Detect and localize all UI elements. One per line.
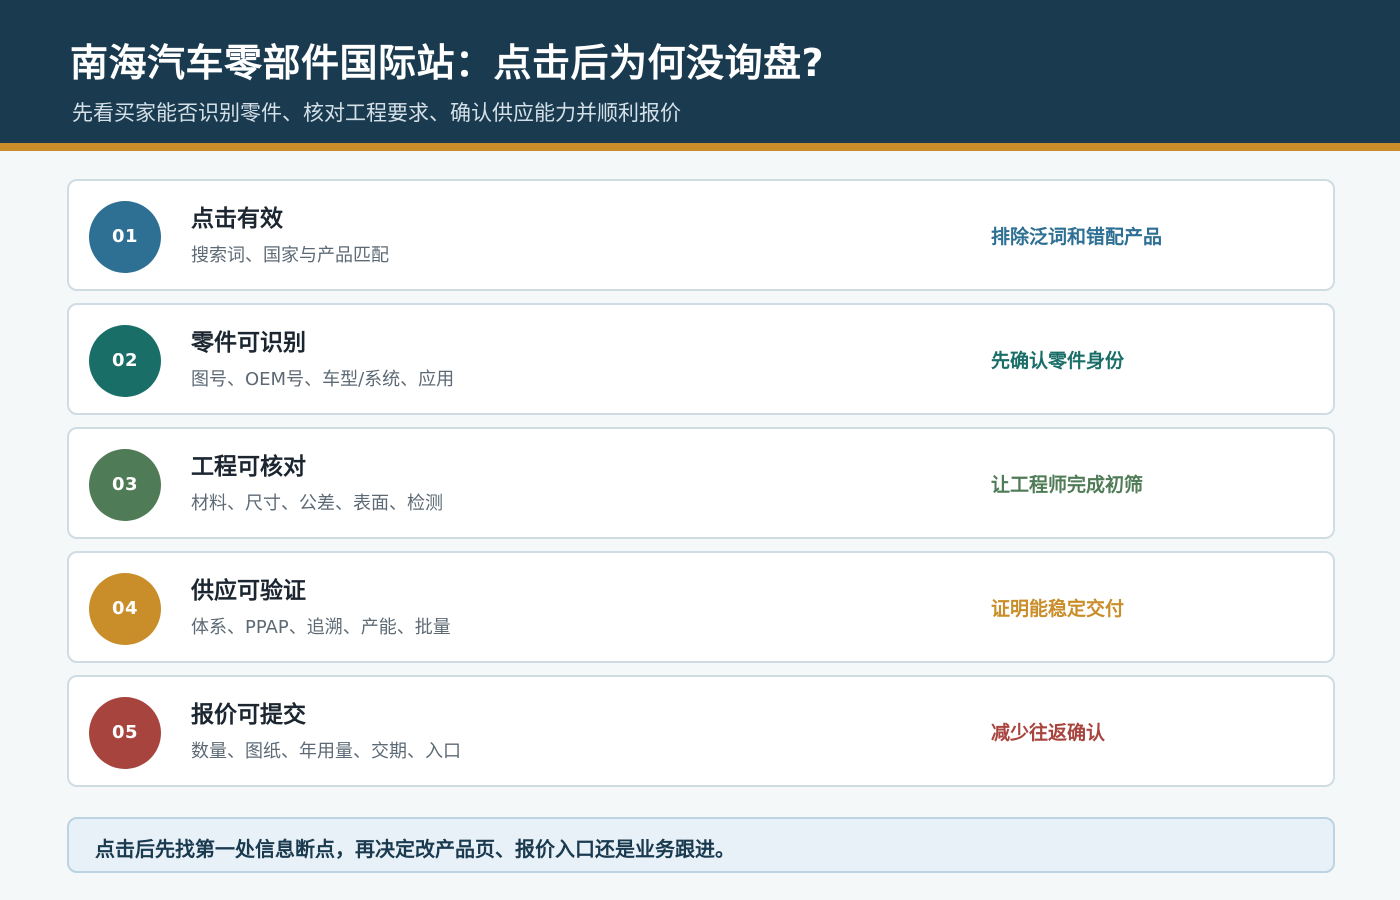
- step-number-badge: 02: [89, 325, 161, 397]
- step-description: 体系、PPAP、追溯、产能、批量: [191, 617, 451, 638]
- step-number-badge: 01: [89, 201, 161, 273]
- step-card-1: 01 点击有效 搜索词、国家与产品匹配 排除泛词和错配产品: [67, 179, 1335, 291]
- step-card-2: 02 零件可识别 图号、OEM号、车型/系统、应用 先确认零件身份: [67, 303, 1335, 415]
- step-note: 证明能稳定交付: [991, 598, 1125, 620]
- header-accent-bar: [0, 143, 1400, 151]
- step-card-4: 04 供应可验证 体系、PPAP、追溯、产能、批量 证明能稳定交付: [67, 551, 1335, 663]
- page-subtitle: 先看买家能否识别零件、核对工程要求、确认供应能力并顺利报价: [72, 101, 681, 125]
- header-banner: 南海汽车零部件国际站：点击后为何没询盘? 先看买家能否识别零件、核对工程要求、确…: [0, 0, 1400, 143]
- step-title: 工程可核对: [191, 454, 306, 480]
- step-description: 搜索词、国家与产品匹配: [191, 245, 389, 266]
- step-title: 点击有效: [191, 206, 283, 232]
- step-card-3: 03 工程可核对 材料、尺寸、公差、表面、检测 让工程师完成初筛: [67, 427, 1335, 539]
- step-title: 零件可识别: [191, 330, 306, 356]
- step-number-badge: 05: [89, 697, 161, 769]
- step-title: 报价可提交: [191, 702, 306, 728]
- step-title: 供应可验证: [191, 578, 306, 604]
- step-number-badge: 03: [89, 449, 161, 521]
- steps-list: 01 点击有效 搜索词、国家与产品匹配 排除泛词和错配产品 02 零件可识别 图…: [67, 179, 1335, 799]
- step-description: 图号、OEM号、车型/系统、应用: [191, 369, 455, 390]
- step-note: 先确认零件身份: [991, 350, 1125, 372]
- step-note: 让工程师完成初筛: [991, 474, 1144, 496]
- step-description: 材料、尺寸、公差、表面、检测: [191, 493, 443, 514]
- step-card-5: 05 报价可提交 数量、图纸、年用量、交期、入口 减少往返确认: [67, 675, 1335, 787]
- step-note: 排除泛词和错配产品: [991, 226, 1163, 248]
- summary-callout: 点击后先找第一处信息断点，再决定改产品页、报价入口还是业务跟进。: [67, 817, 1335, 873]
- page-title: 南海汽车零部件国际站：点击后为何没询盘?: [70, 41, 825, 85]
- step-number-badge: 04: [89, 573, 161, 645]
- step-note: 减少往返确认: [991, 722, 1106, 744]
- summary-callout-text: 点击后先找第一处信息断点，再决定改产品页、报价入口还是业务跟进。: [95, 837, 735, 861]
- step-description: 数量、图纸、年用量、交期、入口: [191, 741, 461, 762]
